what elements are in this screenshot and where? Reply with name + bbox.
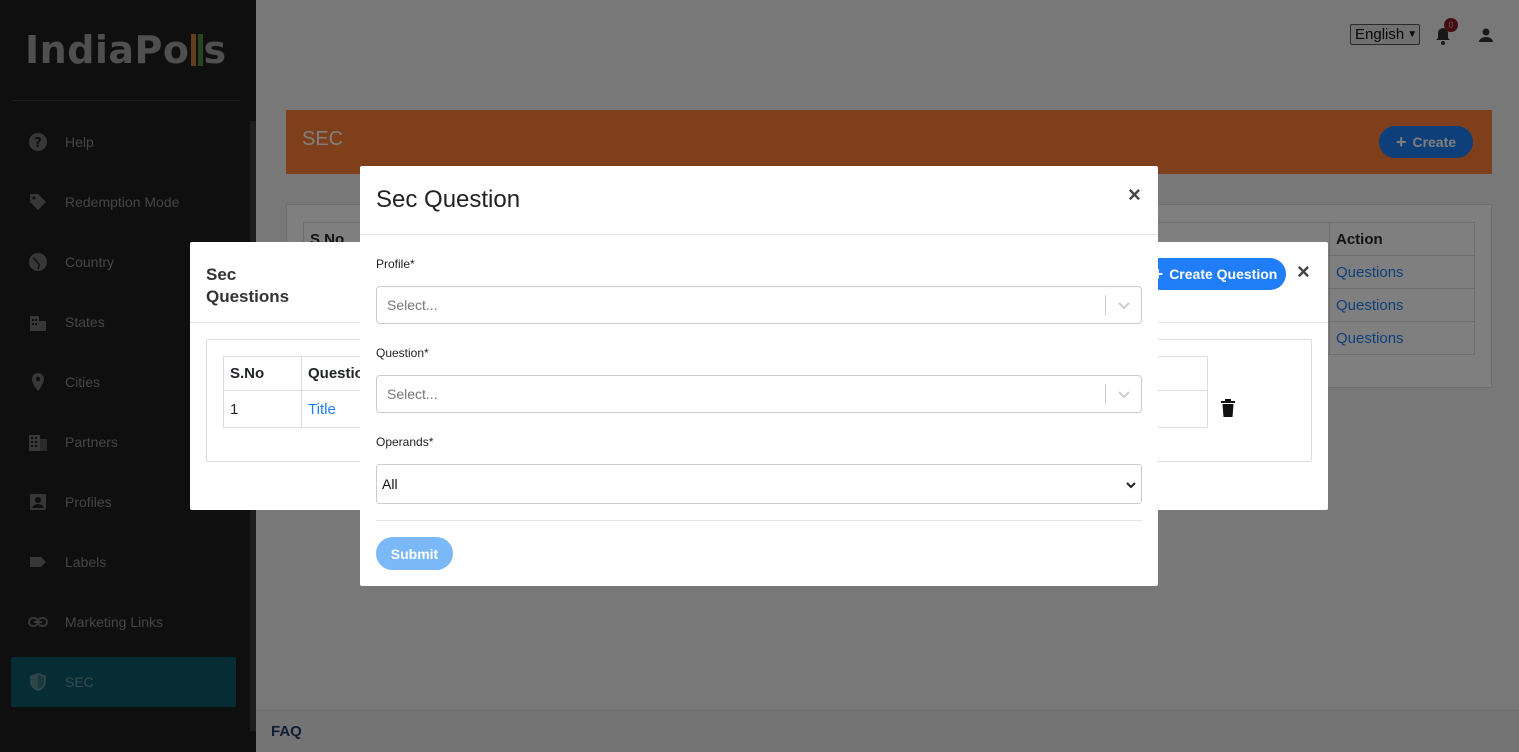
trash-icon[interactable] bbox=[1220, 399, 1236, 422]
close-icon[interactable]: × bbox=[1128, 182, 1141, 208]
column-header-sno: S.No bbox=[223, 356, 302, 391]
close-icon[interactable]: × bbox=[1297, 259, 1310, 285]
operands-select[interactable]: All bbox=[376, 464, 1142, 504]
divider bbox=[360, 234, 1158, 235]
profile-label: Profile* bbox=[376, 257, 415, 271]
modal-title: Sec Question bbox=[376, 186, 521, 213]
row-sno: 1 bbox=[223, 390, 302, 428]
chevron-down-icon bbox=[1125, 478, 1137, 496]
divider bbox=[376, 520, 1142, 521]
modal-title: Sec Questions bbox=[206, 265, 290, 306]
divider bbox=[1105, 295, 1106, 315]
sec-question-modal: Sec Question × Profile* Select... Questi… bbox=[360, 166, 1158, 586]
question-label: Question* bbox=[376, 346, 429, 360]
profile-select[interactable]: Select... bbox=[376, 286, 1142, 324]
question-select[interactable]: Select... bbox=[376, 375, 1142, 413]
question-title-link[interactable]: Title bbox=[308, 401, 336, 418]
chevron-down-icon bbox=[1117, 385, 1131, 408]
divider bbox=[1105, 384, 1106, 404]
operands-label: Operands* bbox=[376, 435, 434, 449]
submit-button[interactable]: Submit bbox=[376, 537, 453, 570]
chevron-down-icon bbox=[1117, 296, 1131, 319]
create-question-button[interactable]: + Create Question bbox=[1144, 258, 1286, 290]
